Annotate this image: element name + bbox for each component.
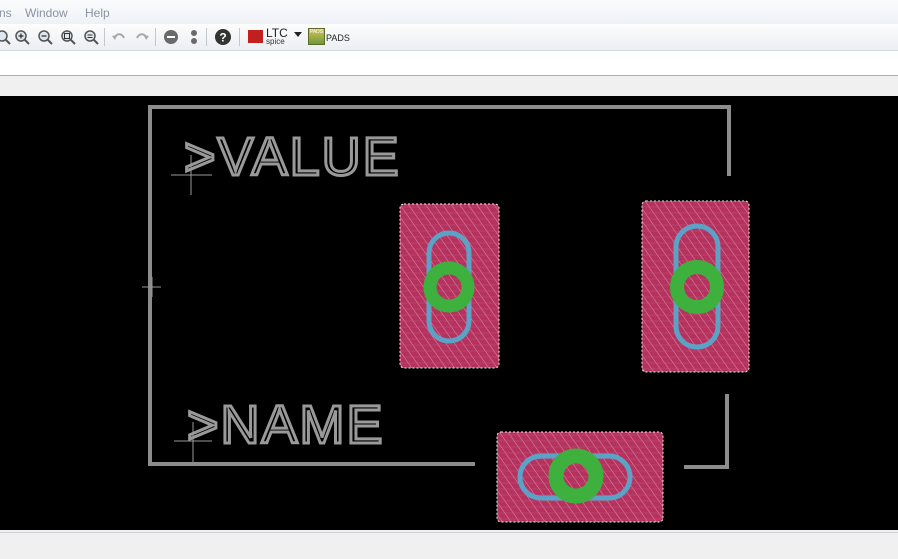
toolbar-separator	[155, 28, 156, 46]
toolbar-separator	[104, 28, 105, 46]
zoom-previous-icon[interactable]	[82, 28, 100, 46]
smd-pad-1[interactable]	[399, 203, 500, 369]
menu-item-help[interactable]: Help	[85, 6, 110, 20]
ltc-sub-label: spice	[266, 37, 285, 46]
toolbar-separator	[206, 28, 207, 46]
pads-logo-icon: PADS	[308, 28, 325, 45]
smd-pad-3[interactable]	[496, 431, 664, 523]
toolbar-separator	[239, 28, 240, 46]
toolbar: ? LTC spice PADS PADS	[0, 24, 898, 51]
smd-pad-2[interactable]	[641, 200, 750, 373]
stop-icon[interactable]	[162, 28, 180, 46]
ltc-logo-icon	[248, 30, 263, 43]
command-bar[interactable]	[0, 51, 898, 76]
pads-button[interactable]: PADS PADS	[308, 28, 352, 46]
zoom-in-icon[interactable]	[13, 28, 31, 46]
chevron-down-icon[interactable]	[294, 32, 302, 37]
go-icon[interactable]	[185, 28, 203, 46]
zoom-out-icon[interactable]	[36, 28, 54, 46]
redo-icon[interactable]	[133, 28, 151, 46]
pads-label: PADS	[326, 33, 350, 43]
ltspice-button[interactable]: LTC spice	[248, 27, 304, 47]
svg-text:?: ?	[219, 31, 226, 45]
zoom-select-icon[interactable]	[59, 28, 77, 46]
menu-item-window[interactable]: Window	[25, 6, 68, 20]
help-icon[interactable]: ?	[214, 28, 232, 46]
menu-item-options[interactable]: ns	[0, 6, 12, 20]
layout-canvas[interactable]: >VALUE >NAME	[0, 96, 898, 530]
name-placeholder-text: >NAME	[187, 395, 385, 455]
status-bar	[0, 532, 898, 559]
value-placeholder-text: >VALUE	[184, 127, 401, 187]
menu-bar: ns Window Help	[0, 0, 898, 25]
footprint-drawing: >VALUE >NAME	[142, 105, 750, 523]
undo-icon[interactable]	[110, 28, 128, 46]
zoom-fit-icon[interactable]	[0, 28, 12, 46]
